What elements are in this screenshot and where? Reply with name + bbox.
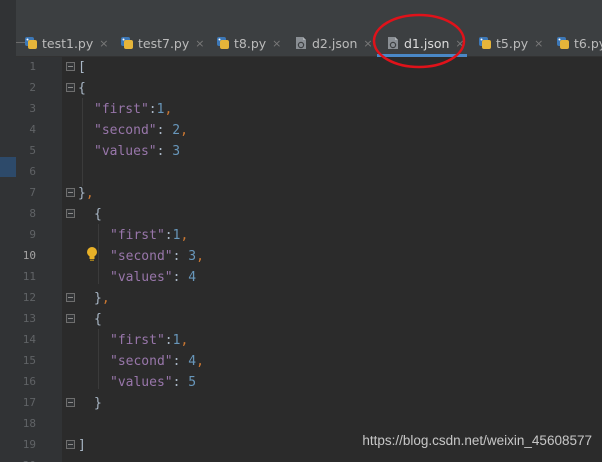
line-number: 6 — [29, 165, 36, 178]
editor-window: test1.py × test7.py × t8.py × d2.json × … — [0, 0, 602, 462]
fold-toggle-icon[interactable] — [66, 83, 75, 92]
code-line-17: } — [94, 396, 102, 411]
code-line-19: ] — [78, 438, 86, 453]
fold-end-icon[interactable] — [66, 398, 75, 407]
tab-t6-py[interactable]: t6.py — [556, 32, 602, 54]
tab-t5-py[interactable]: t5.py × — [478, 32, 543, 54]
tab-label: test1.py — [42, 35, 94, 51]
code-line-1: [ — [78, 60, 86, 75]
python-file-icon — [556, 36, 570, 50]
line-number: 15 — [22, 354, 36, 367]
line-number: 14 — [22, 333, 36, 346]
close-icon[interactable]: × — [534, 37, 543, 50]
fold-end-icon[interactable] — [66, 440, 75, 449]
tab-label: test7.py — [138, 35, 190, 51]
line-number: 5 — [29, 144, 36, 157]
code-line-7: }, — [78, 186, 94, 201]
tab-test1-py[interactable]: test1.py × — [24, 32, 108, 54]
left-tool-strip — [0, 0, 16, 462]
json-file-icon — [294, 36, 308, 50]
python-file-icon — [24, 36, 38, 50]
python-file-icon — [120, 36, 134, 50]
code-line-13: { — [94, 312, 102, 327]
tab-label: t5.py — [496, 35, 529, 51]
code-editor[interactable]: [ { "first":1, "second": 2, "values": 3 … — [78, 57, 602, 462]
python-file-icon — [216, 36, 230, 50]
line-number: 11 — [22, 270, 36, 283]
fold-toggle-icon[interactable] — [66, 62, 75, 71]
line-number: 1 — [29, 60, 36, 73]
tab-label: d2.json — [312, 35, 358, 51]
line-number: 13 — [22, 312, 36, 325]
fold-end-icon[interactable] — [66, 188, 75, 197]
python-file-icon — [478, 36, 492, 50]
line-number: 3 — [29, 102, 36, 115]
close-icon[interactable]: × — [99, 37, 108, 50]
line-number: 2 — [29, 81, 36, 94]
line-number: 7 — [29, 186, 36, 199]
line-number: 17 — [22, 396, 36, 409]
line-number: 19 — [22, 438, 36, 451]
fold-end-icon[interactable] — [66, 293, 75, 302]
line-number-current: 10 — [22, 249, 36, 262]
fold-toggle-icon[interactable] — [66, 314, 75, 323]
tab-test7-py[interactable]: test7.py × — [120, 32, 204, 54]
tab-label: t6.py — [574, 35, 602, 51]
code-line-5: "values": 3 — [94, 144, 181, 159]
line-number: 18 — [22, 417, 36, 430]
code-line-14: "first":1, — [110, 333, 189, 348]
code-line-2: { — [78, 81, 86, 96]
line-number: 16 — [22, 375, 36, 388]
line-number: 12 — [22, 291, 36, 304]
fold-toggle-icon[interactable] — [66, 209, 75, 218]
code-line-3: "first":1, — [94, 102, 173, 117]
tab-d2-json[interactable]: d2.json × — [294, 32, 373, 54]
code-line-15: "second": 4, — [110, 354, 204, 369]
line-number: 4 — [29, 123, 36, 136]
code-line-16: "values": 5 — [110, 375, 197, 390]
code-line-10: "second": 3, — [110, 249, 204, 264]
code-line-8: { — [94, 207, 102, 222]
line-number: 9 — [29, 228, 36, 241]
line-number: 8 — [29, 207, 36, 220]
close-icon[interactable]: × — [195, 37, 204, 50]
left-strip-selection — [0, 157, 16, 177]
code-line-12: }, — [94, 291, 110, 306]
lightbulb-icon[interactable] — [86, 246, 98, 262]
tab-t8-py[interactable]: t8.py × — [216, 32, 281, 54]
code-line-9: "first":1, — [110, 228, 189, 243]
close-icon[interactable]: × — [272, 37, 281, 50]
code-line-4: "second": 2, — [94, 123, 188, 138]
tab-label: t8.py — [234, 35, 267, 51]
watermark-text: https://blog.csdn.net/weixin_45608577 — [362, 433, 592, 448]
code-line-11: "values": 4 — [110, 270, 197, 285]
